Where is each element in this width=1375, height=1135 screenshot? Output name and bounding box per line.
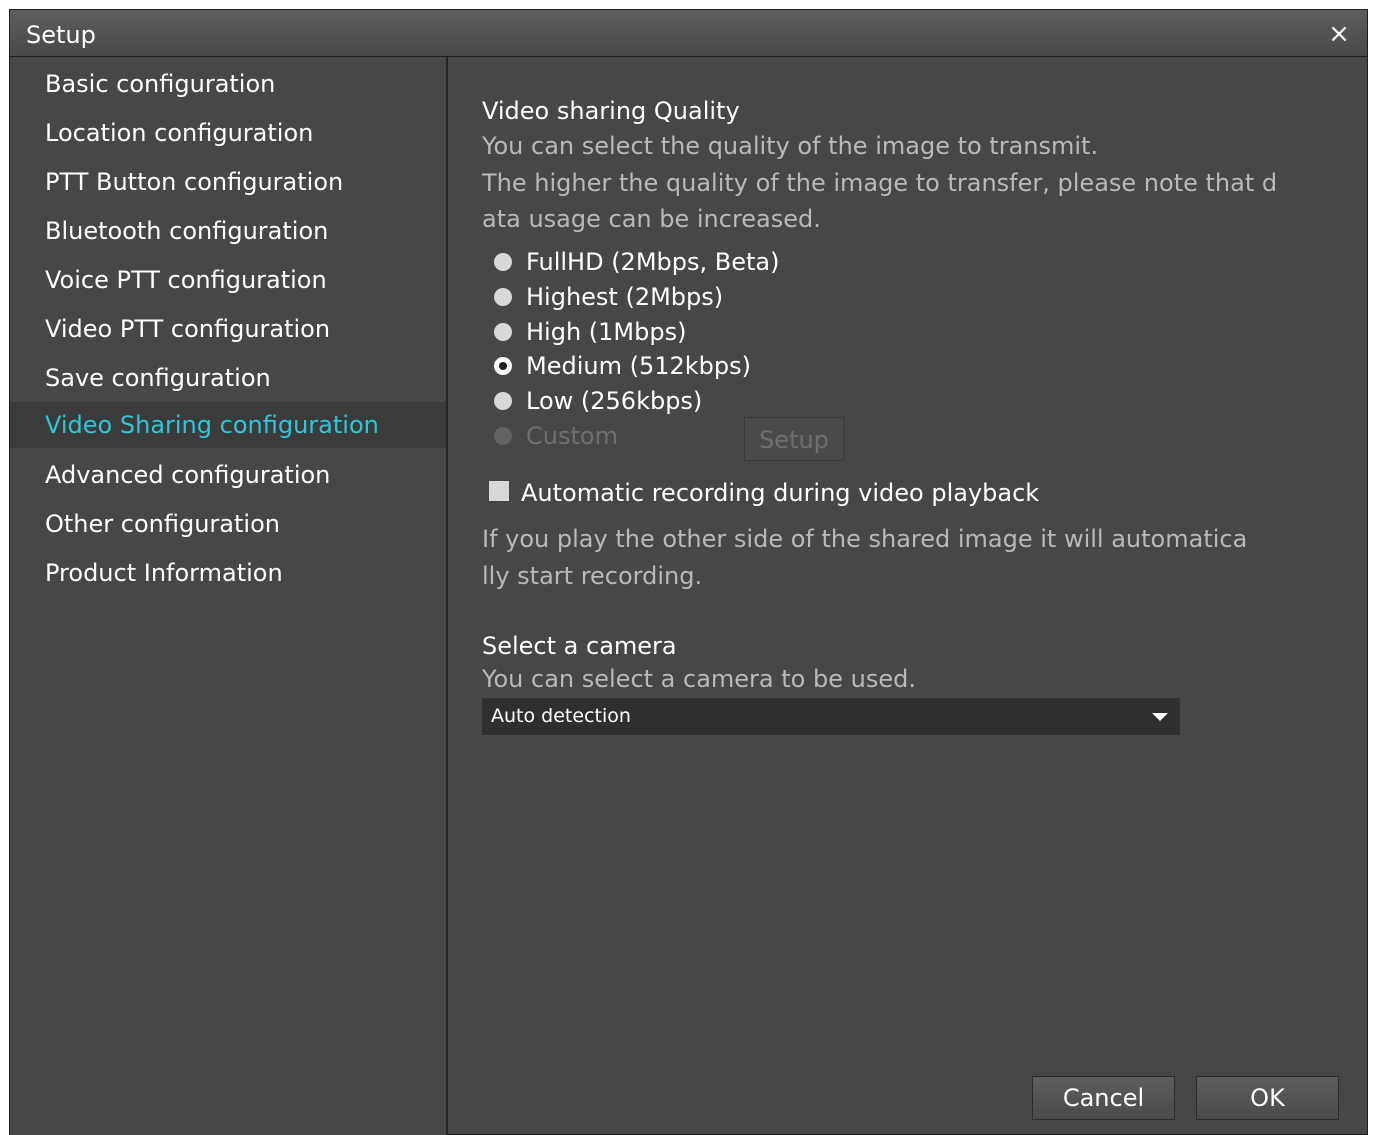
camera-heading: Select a camera xyxy=(482,632,677,660)
radio-button[interactable] xyxy=(494,392,512,410)
radio-button-selected[interactable] xyxy=(494,357,512,375)
ok-button[interactable]: OK xyxy=(1196,1076,1339,1120)
recording-desc-line2: lly start recording. xyxy=(482,562,703,590)
radio-label: Highest (2Mbps) xyxy=(526,283,724,311)
sidebar-item-video-sharing[interactable]: Video Sharing configuration xyxy=(10,402,446,448)
sidebar-item-save[interactable]: Save configuration xyxy=(10,355,446,401)
quality-desc-line3: ata usage can be increased. xyxy=(482,205,821,233)
radio-label: High (1Mbps) xyxy=(526,318,687,346)
sidebar-item-voice-ptt[interactable]: Voice PTT configuration xyxy=(10,257,446,303)
cancel-button[interactable]: Cancel xyxy=(1032,1076,1175,1120)
recording-desc-line1: If you play the other side of the shared… xyxy=(482,525,1248,553)
quality-heading: Video sharing Quality xyxy=(482,97,740,125)
camera-select[interactable]: Auto detection xyxy=(482,698,1180,735)
radio-label: Medium (512kbps) xyxy=(526,352,751,380)
radio-label: Custom xyxy=(526,422,618,450)
radio-label: Low (256kbps) xyxy=(526,387,703,415)
sidebar-item-ptt-button[interactable]: PTT Button configuration xyxy=(10,159,446,205)
sidebar-item-basic[interactable]: Basic configuration xyxy=(10,61,446,107)
setup-dialog: Setup × Basic configuration Location con… xyxy=(9,9,1368,1135)
settings-panel: Video sharing Quality You can select the… xyxy=(448,57,1367,1135)
radio-button[interactable] xyxy=(494,253,512,271)
auto-recording-label[interactable]: Automatic recording during video playbac… xyxy=(521,477,1039,509)
close-icon[interactable]: × xyxy=(1325,20,1353,48)
camera-select-value: Auto detection xyxy=(491,705,631,727)
sidebar-item-location[interactable]: Location configuration xyxy=(10,110,446,156)
camera-desc: You can select a camera to be used. xyxy=(482,665,916,693)
radio-button[interactable] xyxy=(494,323,512,341)
quality-desc-line2: The higher the quality of the image to t… xyxy=(482,169,1278,197)
sidebar: Basic configuration Location configurati… xyxy=(10,57,448,1135)
radio-button[interactable] xyxy=(494,288,512,306)
quality-desc-line1: You can select the quality of the image … xyxy=(482,132,1099,160)
sidebar-item-video-ptt[interactable]: Video PTT configuration xyxy=(10,306,446,352)
sidebar-item-other[interactable]: Other configuration xyxy=(10,501,446,547)
title-bar[interactable]: Setup × xyxy=(10,10,1367,57)
radio-label: FullHD (2Mbps, Beta) xyxy=(526,248,780,276)
custom-setup-button: Setup xyxy=(744,417,844,461)
chevron-down-icon xyxy=(1152,713,1168,721)
window-title: Setup xyxy=(26,21,96,49)
radio-button-disabled xyxy=(494,427,512,445)
sidebar-item-bluetooth[interactable]: Bluetooth configuration xyxy=(10,208,446,254)
sidebar-item-advanced[interactable]: Advanced configuration xyxy=(10,452,446,498)
auto-recording-checkbox[interactable] xyxy=(489,481,509,501)
sidebar-item-product-info[interactable]: Product Information xyxy=(10,550,446,596)
